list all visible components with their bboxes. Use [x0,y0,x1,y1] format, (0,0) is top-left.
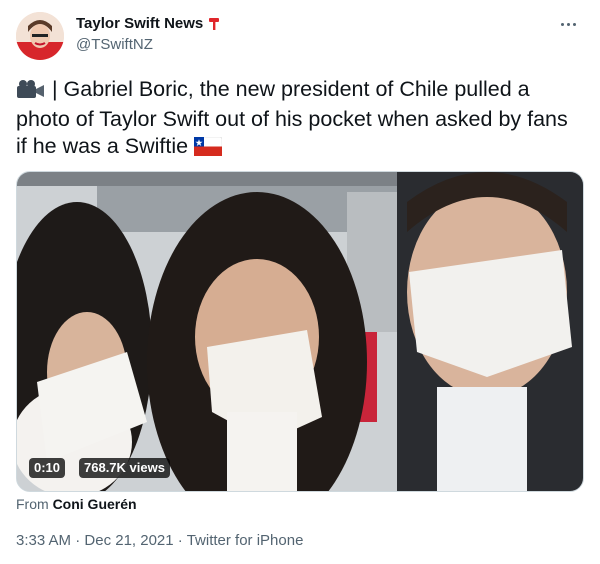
tweet-meta: 3:33 AM · Dec 21, 2021 · Twitter for iPh… [16,532,303,549]
tweet-time[interactable]: 3:33 AM [16,532,71,549]
meta-separator-2: · [173,532,187,549]
user-handle[interactable]: @TSwiftNZ [76,36,153,53]
display-name-text: Taylor Swift News [76,15,204,32]
avatar[interactable] [16,12,64,60]
video-duration-badge: 0:10 [29,458,66,478]
tweet-date[interactable]: Dec 21, 2021 [84,532,173,549]
microphone-icon [208,17,220,31]
display-name[interactable]: Taylor Swift News [76,15,220,32]
tweet-text: | Gabriel Boric, the new president of Ch… [16,76,584,163]
attribution-prefix: From [16,496,49,512]
tweet-text-separator: | [46,77,64,101]
chile-flag-icon [193,136,223,163]
attribution-source[interactable]: Coni Guerén [53,496,137,512]
video-camera-icon [16,79,46,106]
meta-separator-1: · [71,532,85,549]
video-player[interactable]: 0:10 768.7K views [16,171,584,492]
video-thumbnail [17,172,583,491]
media-attribution: From Coni Guerén [16,496,137,512]
more-options-icon[interactable] [556,14,580,34]
video-views-badge: 768.7K views [79,458,170,478]
tweet-card: Taylor Swift News @TSwiftNZ | Gabriel Bo… [0,0,600,564]
tweet-client[interactable]: Twitter for iPhone [187,532,304,549]
tweet-body: Gabriel Boric, the new president of Chil… [16,77,568,158]
